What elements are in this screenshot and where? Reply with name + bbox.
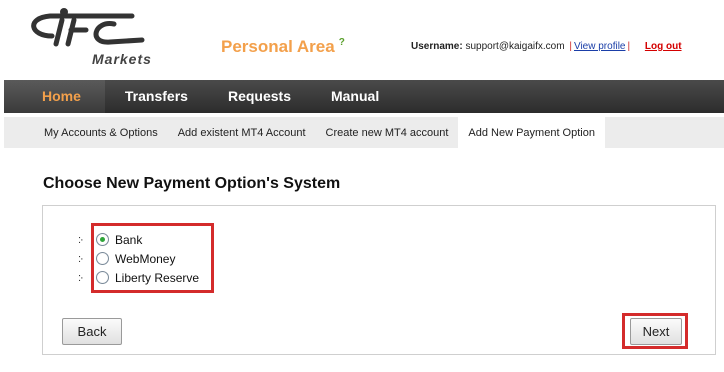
help-icon[interactable]: ? — [339, 37, 345, 48]
sub-nav: My Accounts & Options Add existent MT4 A… — [4, 117, 724, 148]
logo-mark-icon — [31, 8, 145, 47]
payment-option-form: :· Bank :· WebMoney :· Liberty Reserve B… — [42, 205, 716, 355]
subnav-item-add-existent-mt4[interactable]: Add existent MT4 Account — [168, 117, 316, 148]
nav-item-transfers[interactable]: Transfers — [105, 80, 208, 113]
back-button[interactable]: Back — [62, 318, 122, 345]
logo-subtext: Markets — [92, 51, 152, 67]
personal-area-label: Personal Area — [221, 37, 335, 56]
subnav-item-add-payment-option[interactable]: Add New Payment Option — [458, 117, 605, 148]
separator: | — [569, 41, 572, 52]
subnav-item-create-mt4[interactable]: Create new MT4 account — [316, 117, 459, 148]
next-button[interactable]: Next — [630, 318, 682, 345]
main-nav: Home Transfers Requests Manual — [4, 80, 724, 113]
user-bar: Username: support@kaigaifx.com | View pro… — [411, 41, 682, 52]
nav-item-requests[interactable]: Requests — [208, 80, 311, 113]
header: Markets Personal Area? Username: support… — [0, 0, 724, 80]
next-highlight-frame: Next — [622, 313, 688, 349]
nav-item-manual[interactable]: Manual — [311, 80, 399, 113]
ifc-markets-logo[interactable]: Markets — [22, 6, 162, 68]
username-value: support@kaigaifx.com — [465, 41, 565, 52]
options-highlight-frame — [91, 223, 214, 293]
username-label: Username: — [411, 41, 463, 52]
personal-area-title: Personal Area? — [221, 37, 345, 57]
page-title: Choose New Payment Option's System — [43, 175, 341, 192]
logout-link[interactable]: Log out — [645, 41, 682, 52]
view-profile-link[interactable]: View profile — [574, 41, 626, 52]
nav-item-home[interactable]: Home — [4, 80, 105, 113]
subnav-item-my-accounts[interactable]: My Accounts & Options — [34, 117, 168, 148]
separator: | — [627, 41, 631, 52]
